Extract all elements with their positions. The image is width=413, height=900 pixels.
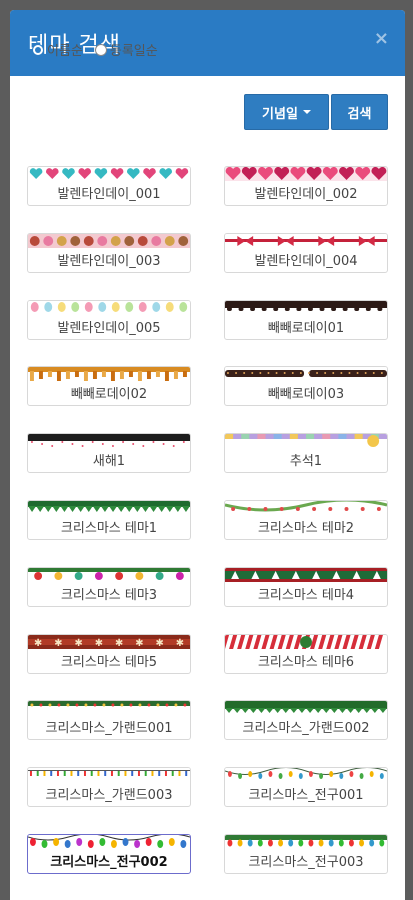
theme-tile[interactable]: 크리스마스_전구002 (27, 834, 191, 874)
theme-tile[interactable]: 크리스마스 테마1 (27, 500, 191, 540)
theme-tile-label: 빼빼로데이02 (70, 387, 148, 403)
theme-tile-label: 크리스마스_가랜드003 (45, 788, 173, 804)
theme-preview-strip (28, 501, 190, 515)
theme-preview-strip (28, 233, 190, 248)
theme-tile-label: 크리스마스 테마2 (257, 521, 355, 536)
sort-by-name-label: 이름순 (47, 44, 83, 59)
theme-tile[interactable]: 크리스마스 테마2 (224, 500, 388, 540)
theme-preview-strip (225, 233, 387, 248)
theme-tile[interactable]: 발렌타인데이_002 (224, 166, 388, 206)
svg-text:✱: ✱ (54, 638, 62, 649)
theme-tile-label: 크리스마스_전구003 (248, 855, 364, 870)
theme-tile[interactable]: 크리스마스_가랜드001 (27, 700, 191, 741)
theme-tile-label: 크리스마스 테마5 (60, 654, 158, 670)
theme-tile[interactable]: 발렌타인데이_004 (224, 232, 388, 273)
theme-tile-label: 발렌타인데이_001 (57, 187, 161, 202)
theme-tile[interactable]: 크리스마스_전구003 (224, 834, 388, 874)
radio-unchecked-icon (94, 43, 107, 56)
theme-tile[interactable]: 새해1 (27, 433, 191, 474)
radio-checked-icon (32, 43, 44, 56)
theme-tile[interactable]: 빼빼로데이02 (27, 366, 191, 407)
svg-text:✱: ✱ (95, 638, 103, 649)
theme-tile-label: 발렌타인데이_003 (57, 253, 161, 269)
theme-tile[interactable]: 추석1 (224, 433, 388, 474)
svg-text:✱: ✱ (176, 638, 184, 649)
theme-preview-strip: ✱ ✱ ✱ ✱ ✱ ✱ ✱ ✱ (28, 634, 190, 649)
theme-tile-label: 크리스마스_가랜드002 (242, 721, 370, 737)
theme-tile-label: 빼빼로데이01 (267, 320, 345, 336)
theme-preview-strip (225, 835, 387, 849)
sort-options: 이름순 등록일순 (32, 40, 170, 59)
theme-preview-strip (28, 300, 190, 315)
theme-tile-label: 빼빼로데이03 (267, 387, 345, 403)
theme-tile[interactable]: 크리스마스 테마3 (27, 566, 191, 607)
theme-preview-strip (28, 835, 190, 849)
svg-text:✱: ✱ (34, 638, 42, 649)
theme-preview-strip (225, 701, 387, 716)
theme-preview-strip (225, 300, 387, 311)
theme-preview-strip (225, 367, 387, 382)
theme-preview-strip (225, 567, 387, 582)
theme-tile-label: 크리스마스_전구001 (248, 788, 364, 804)
theme-tile[interactable]: 크리스마스_가랜드003 (27, 767, 191, 808)
theme-tile-label: 발렌타인데이_004 (254, 253, 358, 269)
theme-tile[interactable]: 빼빼로데이01 (224, 299, 388, 340)
theme-tile-label: 발렌타인데이_005 (57, 320, 161, 336)
theme-tile-label: 크리스마스 테마3 (60, 587, 158, 603)
theme-preview-strip (225, 167, 387, 181)
svg-text:✱: ✱ (74, 638, 82, 649)
theme-tile[interactable]: 발렌타인데이_001 (27, 166, 191, 206)
theme-preview-strip (225, 634, 387, 649)
theme-tile-label: 발렌타인데이_002 (254, 187, 358, 202)
theme-preview-strip (28, 768, 190, 783)
sort-by-name-radio[interactable]: 이름순 (32, 40, 83, 59)
category-dropdown-label: 기념일 (262, 106, 298, 122)
search-button-label: 검색 (347, 106, 372, 122)
svg-text:✱: ✱ (115, 638, 123, 649)
theme-tile[interactable]: 크리스마스 테마6 (224, 633, 388, 674)
theme-tile-label: 크리스마스 테마1 (60, 521, 158, 536)
chevron-down-icon (302, 110, 311, 114)
theme-preview-strip (28, 701, 190, 716)
theme-tile[interactable]: 크리스마스_전구001 (224, 767, 388, 808)
close-icon[interactable]: × (374, 28, 389, 49)
theme-tile[interactable]: ✱ ✱ ✱ ✱ ✱ ✱ ✱ ✱ 크리스마스 테마5 (27, 633, 191, 674)
theme-tile[interactable]: 발렌타인데이_003 (27, 232, 191, 273)
theme-search-modal: 테마 검색 × 이름순 등록일순 기념일 검색 발렌타인데이_001 발렌타인데이… (10, 10, 405, 900)
theme-preview-strip (28, 434, 190, 449)
theme-tile[interactable]: 크리스마스_가랜드002 (224, 700, 388, 741)
theme-tile-label: 크리스마스 테마6 (257, 654, 355, 670)
search-button[interactable]: 검색 (331, 94, 388, 130)
theme-preview-strip (225, 501, 387, 515)
svg-text:✱: ✱ (135, 638, 143, 649)
category-dropdown-button[interactable]: 기념일 (244, 94, 329, 130)
theme-tile-label: 크리스마스 테마4 (257, 587, 355, 603)
sort-by-date-radio[interactable]: 등록일순 (94, 40, 158, 59)
theme-tile-label: 추석1 (289, 454, 323, 470)
sort-by-date-label: 등록일순 (109, 44, 158, 59)
theme-tile[interactable]: 빼빼로데이03 (224, 366, 388, 407)
svg-text:✱: ✱ (155, 638, 163, 649)
theme-preview-strip (28, 367, 190, 382)
theme-preview-strip (28, 167, 190, 181)
theme-tile[interactable]: 발렌타인데이_005 (27, 299, 191, 340)
theme-tile-label: 크리스마스_전구002 (50, 855, 168, 870)
theme-preview-strip (225, 768, 387, 783)
theme-tile-label: 크리스마스_가랜드001 (45, 721, 173, 737)
theme-tile[interactable]: 크리스마스 테마4 (224, 566, 388, 607)
theme-tile-label: 새해1 (92, 454, 126, 470)
theme-preview-strip (28, 567, 190, 582)
theme-preview-strip (225, 434, 387, 449)
